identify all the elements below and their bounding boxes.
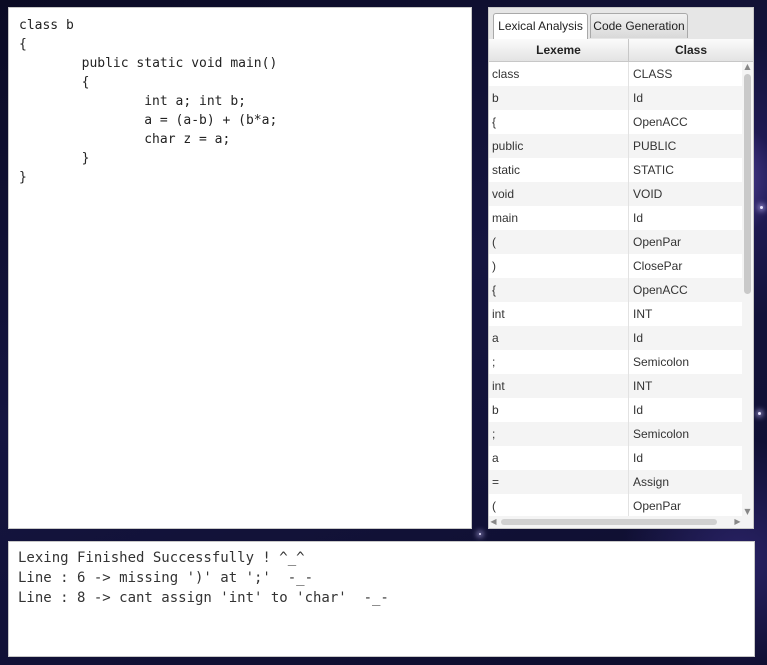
lexeme-cell: void: [489, 182, 629, 206]
class-cell: INT: [633, 379, 653, 393]
arrow-up-icon[interactable]: ▲: [743, 62, 752, 71]
class-cell: Semicolon: [633, 427, 690, 441]
lexeme-cell: int: [489, 302, 629, 326]
tab-bar: Lexical Analysis Code Generation: [489, 8, 753, 39]
horizontal-scrollbar[interactable]: ◀ ▶: [489, 516, 742, 528]
lexeme-cell: (: [489, 494, 629, 516]
token-table-body: class CLASS b Id { OpenACC public PUBLIC sta…: [489, 62, 742, 516]
table-row[interactable]: { OpenACC: [489, 278, 742, 302]
table-row[interactable]: a Id: [489, 446, 742, 470]
column-header-lexeme[interactable]: Lexeme: [489, 39, 629, 61]
arrow-right-icon[interactable]: ▶: [733, 517, 742, 527]
lexeme-cell: b: [489, 398, 629, 422]
vertical-scrollbar[interactable]: ▲ ▼: [742, 62, 753, 516]
lexeme-cell: =: [489, 470, 629, 494]
analysis-panel: Lexical Analysis Code Generation Lexeme …: [488, 7, 754, 529]
class-cell: Id: [633, 331, 644, 345]
lexeme-cell: ): [489, 254, 629, 278]
table-row[interactable]: ( OpenPar: [489, 494, 742, 516]
table-row[interactable]: class CLASS: [489, 62, 742, 86]
background-star: [760, 206, 763, 209]
class-cell: Semicolon: [633, 355, 690, 369]
class-cell: PUBLIC: [633, 139, 677, 153]
lexeme-cell: public: [489, 134, 629, 158]
lexeme-cell: ;: [489, 350, 629, 374]
class-cell: OpenACC: [633, 115, 688, 129]
class-cell: CLASS: [633, 67, 673, 81]
table-row[interactable]: ( OpenPar: [489, 230, 742, 254]
table-row[interactable]: b Id: [489, 86, 742, 110]
table-row[interactable]: main Id: [489, 206, 742, 230]
table-row[interactable]: b Id: [489, 398, 742, 422]
class-cell: Id: [633, 211, 644, 225]
arrow-left-icon[interactable]: ◀: [489, 517, 498, 527]
console-output: Lexing Finished Successfully ! ^_^ Line …: [8, 541, 755, 657]
tab-code-generation[interactable]: Code Generation: [590, 13, 688, 38]
console-line: Lexing Finished Successfully ! ^_^: [18, 550, 305, 566]
table-row[interactable]: void VOID: [489, 182, 742, 206]
code-editor[interactable]: class b { public static void main() { in…: [8, 7, 472, 529]
class-cell: STATIC: [633, 163, 674, 177]
table-row[interactable]: static STATIC: [489, 158, 742, 182]
lexeme-cell: int: [489, 374, 629, 398]
table-row[interactable]: ) ClosePar: [489, 254, 742, 278]
table-row[interactable]: { OpenACC: [489, 110, 742, 134]
lexeme-cell: static: [489, 158, 629, 182]
horizontal-scroll-thumb[interactable]: [501, 519, 717, 525]
console-line: Line : 8 -> cant assign 'int' to 'char' …: [18, 590, 389, 606]
background-star: [479, 533, 481, 535]
console-line: Line : 6 -> missing ')' at ';' -_-: [18, 570, 314, 586]
arrow-down-icon[interactable]: ▼: [743, 507, 752, 516]
table-row[interactable]: ; Semicolon: [489, 422, 742, 446]
lexeme-cell: class: [489, 62, 629, 86]
class-cell: Id: [633, 91, 644, 105]
column-header-class[interactable]: Class: [629, 39, 753, 61]
lexeme-cell: b: [489, 86, 629, 110]
lexeme-cell: ;: [489, 422, 629, 446]
class-cell: Id: [633, 451, 644, 465]
class-cell: ClosePar: [633, 259, 683, 273]
class-cell: OpenACC: [633, 283, 688, 297]
source-code-text[interactable]: class b { public static void main() { in…: [19, 16, 461, 187]
lexeme-cell: a: [489, 326, 629, 350]
table-row[interactable]: public PUBLIC: [489, 134, 742, 158]
class-cell: Id: [633, 403, 644, 417]
lexeme-cell: {: [489, 278, 629, 302]
class-cell: OpenPar: [633, 235, 682, 249]
lexeme-cell: {: [489, 110, 629, 134]
lexeme-cell: main: [489, 206, 629, 230]
table-row[interactable]: = Assign: [489, 470, 742, 494]
class-cell: VOID: [633, 187, 663, 201]
class-cell: Assign: [633, 475, 670, 489]
table-row[interactable]: int INT: [489, 374, 742, 398]
token-table-header: Lexeme Class: [489, 39, 753, 62]
scrollbar-corner: [742, 516, 753, 528]
lexeme-cell: a: [489, 446, 629, 470]
class-cell: OpenPar: [633, 499, 682, 513]
tab-lexical-analysis[interactable]: Lexical Analysis: [493, 13, 588, 39]
vertical-scroll-thumb[interactable]: [744, 74, 751, 294]
background-star: [758, 412, 761, 415]
table-row[interactable]: ; Semicolon: [489, 350, 742, 374]
table-row[interactable]: int INT: [489, 302, 742, 326]
class-cell: INT: [633, 307, 653, 321]
lexeme-cell: (: [489, 230, 629, 254]
table-row[interactable]: a Id: [489, 326, 742, 350]
